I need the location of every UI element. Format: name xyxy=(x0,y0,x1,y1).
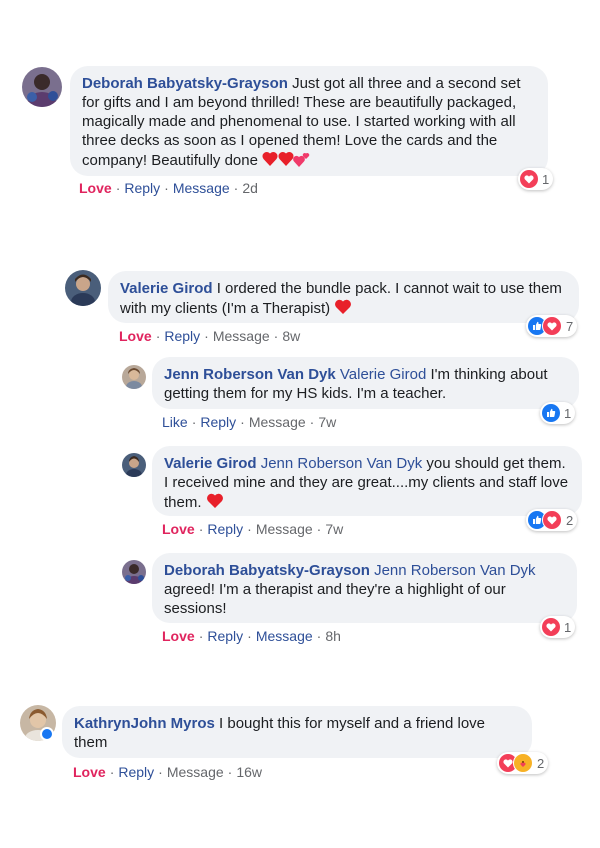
reaction-count: 2 xyxy=(537,755,545,771)
comment-author[interactable]: Jenn Roberson Van Dyk xyxy=(164,366,336,383)
mention-link[interactable]: Jenn Roberson Van Dyk xyxy=(374,562,535,579)
avatar[interactable] xyxy=(122,453,146,477)
message-button[interactable]: Message xyxy=(256,521,313,537)
heart-icon xyxy=(542,618,560,636)
love-button[interactable]: Love xyxy=(162,521,195,537)
comment-author[interactable]: Valerie Girod xyxy=(164,455,257,472)
reply-button[interactable]: Reply xyxy=(207,628,243,644)
message-button[interactable]: Message xyxy=(173,180,230,196)
comment-author[interactable]: Deborah Babyatsky-Grayson xyxy=(164,562,370,579)
comment-author[interactable]: Deborah Babyatsky-Grayson xyxy=(82,75,288,92)
mention-link[interactable]: Valerie Girod xyxy=(340,366,426,383)
comment-timestamp[interactable]: 8h xyxy=(325,628,341,644)
reaction-count: 2 xyxy=(566,512,574,528)
reply-button[interactable]: Reply xyxy=(200,414,236,430)
comment-actions: Love · Reply · Message · 2d xyxy=(79,180,258,196)
comment-text: agreed! I'm a therapist and they're a hi… xyxy=(164,581,506,617)
reaction-count: 1 xyxy=(564,405,572,421)
reaction-count: 1 xyxy=(542,171,550,187)
reply-button[interactable]: Reply xyxy=(124,180,160,196)
reaction-summary[interactable]: 1 xyxy=(540,616,576,638)
like-icon xyxy=(542,404,560,422)
comment-actions: Love · Reply · Message · 8h xyxy=(162,628,341,644)
message-button[interactable]: Message xyxy=(256,628,313,644)
avatar[interactable] xyxy=(65,270,101,306)
comment-timestamp[interactable]: 2d xyxy=(242,180,258,196)
comment-timestamp[interactable]: 7w xyxy=(318,414,336,430)
heart-icon xyxy=(520,170,538,188)
reaction-summary[interactable]: 1 xyxy=(518,168,554,190)
mention-link[interactable]: Jenn Roberson Van Dyk xyxy=(261,455,422,472)
love-button[interactable]: Love xyxy=(162,628,195,644)
comment-author[interactable]: KathrynJohn Myros xyxy=(74,715,215,732)
comment-timestamp[interactable]: 7w xyxy=(325,521,343,537)
reply-button[interactable]: Reply xyxy=(207,521,243,537)
reaction-count: 7 xyxy=(566,318,574,334)
like-button[interactable]: Like xyxy=(162,414,188,430)
care-icon xyxy=(513,753,533,773)
reply-button[interactable]: Reply xyxy=(118,764,154,780)
love-button[interactable]: Love xyxy=(73,764,106,780)
comment-timestamp[interactable]: 16w xyxy=(236,764,262,780)
comment-actions: Love · Reply · Message · 8w xyxy=(119,328,301,344)
heart-emoji-icon xyxy=(206,492,224,515)
comment-actions: Love · Reply · Message · 7w xyxy=(162,521,344,537)
heart-icon xyxy=(542,510,562,530)
reaction-summary[interactable]: 1 xyxy=(540,402,576,424)
reaction-summary[interactable]: 7 xyxy=(526,315,578,337)
comment-bubble: Jenn Roberson Van Dyk Valerie Girod I'm … xyxy=(152,357,579,409)
love-button[interactable]: Love xyxy=(79,180,112,196)
comment-bubble: Deborah Babyatsky-Grayson Just got all t… xyxy=(70,66,548,176)
avatar[interactable] xyxy=(122,560,146,584)
profile-frame-badge-icon xyxy=(40,727,54,741)
message-button[interactable]: Message xyxy=(249,414,306,430)
heart-icon xyxy=(542,316,562,336)
heart-emoji-icon xyxy=(334,298,352,321)
avatar[interactable] xyxy=(22,67,62,107)
message-button[interactable]: Message xyxy=(167,764,224,780)
message-button[interactable]: Message xyxy=(213,328,270,344)
comment-bubble: KathrynJohn Myros I bought this for myse… xyxy=(62,706,532,758)
reaction-summary[interactable]: 2 xyxy=(526,509,578,531)
love-button[interactable]: Love xyxy=(119,328,152,344)
reaction-summary[interactable]: 2 xyxy=(497,752,549,774)
comment-actions: Like · Reply · Message · 7w xyxy=(162,414,337,430)
reaction-count: 1 xyxy=(564,619,572,635)
comment-author[interactable]: Valerie Girod xyxy=(120,280,213,297)
comment-bubble: Valerie Girod I ordered the bundle pack.… xyxy=(108,271,579,323)
avatar[interactable] xyxy=(122,365,146,389)
comment-bubble: Deborah Babyatsky-Grayson Jenn Roberson … xyxy=(152,553,577,623)
reply-button[interactable]: Reply xyxy=(164,328,200,344)
comment-timestamp[interactable]: 8w xyxy=(282,328,300,344)
comment-actions: Love · Reply · Message · 16w xyxy=(73,764,262,780)
heart-emoji-icon xyxy=(262,150,312,173)
comment-bubble: Valerie Girod Jenn Roberson Van Dyk you … xyxy=(152,446,582,516)
